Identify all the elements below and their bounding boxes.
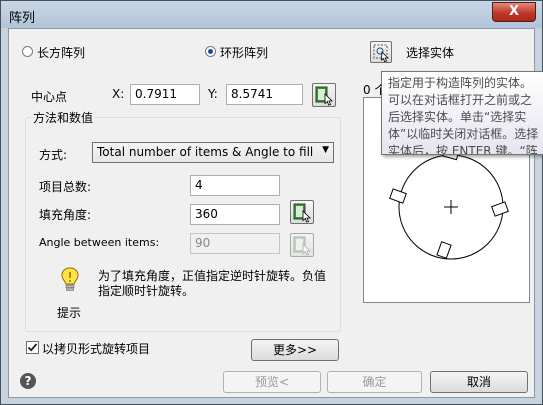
pick-angle-between-button[interactable]: [290, 233, 314, 257]
fill-angle-input[interactable]: 360: [190, 204, 280, 225]
tip-text: 为了填充角度，正值指定逆时针旋转。负值指定顺时针旋转。: [98, 269, 327, 298]
close-button[interactable]: X: [492, 2, 536, 22]
rectangular-array-label[interactable]: 长方阵列: [37, 44, 85, 61]
method-select-value: Total number of items & Angle to fill: [97, 145, 314, 159]
fill-angle-label: 填充角度:: [39, 208, 92, 222]
angle-between-label: Angle between items:: [39, 236, 160, 249]
center-point-label: 中心点: [31, 90, 68, 104]
center-y-input[interactable]: 8.5741: [226, 84, 303, 105]
rotate-copies-checkbox[interactable]: [26, 341, 39, 354]
preview-button[interactable]: 预览<: [223, 371, 321, 393]
select-objects-label: 选择实体: [406, 46, 455, 60]
method-values-title: 方法和数值: [31, 109, 96, 126]
select-objects-icon: [373, 44, 389, 62]
center-y-label: Y:: [208, 87, 218, 101]
more-button[interactable]: 更多>>: [251, 339, 339, 361]
cancel-button[interactable]: 取消: [430, 371, 528, 393]
tip-label: 提示: [57, 306, 82, 320]
lightbulb-icon: [61, 267, 79, 291]
rotate-copies-label[interactable]: 以拷贝形式旋转项目: [42, 340, 150, 357]
dialog-title: 阵列: [9, 11, 36, 26]
title-bar[interactable]: 阵列 X: [1, 1, 542, 28]
ok-button[interactable]: 确定: [327, 371, 422, 393]
chevron-down-icon: ▼: [322, 145, 329, 155]
help-icon[interactable]: ?: [20, 373, 36, 389]
center-x-input[interactable]: 0.7911: [130, 84, 200, 105]
method-label: 方式:: [39, 148, 68, 162]
method-select[interactable]: Total number of items & Angle to fill ▼: [92, 142, 334, 163]
pick-center-point-button[interactable]: [312, 83, 336, 107]
pick-angle-disabled-icon: [293, 236, 311, 256]
polar-array-radio[interactable]: [205, 46, 216, 57]
total-items-input[interactable]: 4: [190, 175, 280, 196]
array-dialog: 阵列 X 长方阵列 环形阵列 选择实体 中心点 X: 0.7911 Y: 8.5…: [0, 0, 543, 405]
center-x-label: X:: [112, 87, 125, 101]
pick-fill-angle-button[interactable]: [290, 200, 314, 224]
select-objects-button[interactable]: [370, 41, 392, 63]
select-objects-tooltip: 指定用于构造阵列的实体。可以在对话框打开之前或之后选择实体。单击“选择实体”以临…: [381, 71, 543, 155]
rectangular-array-radio[interactable]: [22, 46, 33, 57]
polar-array-label[interactable]: 环形阵列: [220, 44, 268, 61]
total-items-label: 项目总数:: [39, 180, 92, 194]
checkmark-icon: [27, 343, 38, 352]
angle-between-input[interactable]: 90: [190, 233, 280, 254]
pick-point-icon: [315, 86, 333, 106]
pick-angle-icon: [293, 203, 311, 223]
